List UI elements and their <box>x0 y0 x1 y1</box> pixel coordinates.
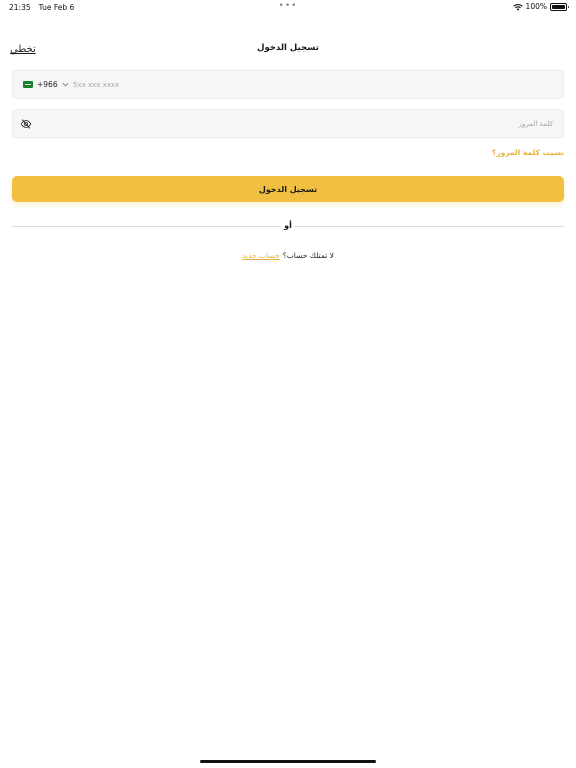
battery-icon <box>550 2 569 11</box>
status-time: 21:35 <box>9 3 31 12</box>
divider-or-label: أو <box>281 221 295 230</box>
status-left: 21:35 Tue Feb 6 <box>9 3 74 12</box>
dial-code: +966 <box>37 80 58 89</box>
wifi-icon <box>512 3 523 10</box>
signup-prompt: لا تمتلك حساب؟ <box>282 251 334 260</box>
status-date: Tue Feb 6 <box>38 3 75 12</box>
country-code-picker[interactable]: +966 <box>23 71 69 98</box>
page-title: تسجيل الدخول <box>257 43 319 53</box>
eye-slash-icon[interactable] <box>20 118 32 130</box>
login-button[interactable]: تسجيل الدخول <box>12 176 564 202</box>
skip-button[interactable]: تخطي <box>10 44 36 55</box>
phone-input[interactable] <box>71 71 553 98</box>
battery-percent: 100% <box>525 2 547 11</box>
chevron-down-icon <box>62 82 69 87</box>
saudi-flag-icon <box>23 81 33 88</box>
home-indicator[interactable] <box>200 760 376 763</box>
status-right: 100% <box>512 2 569 11</box>
phone-field: +966 <box>12 70 564 99</box>
signup-row: لا تمتلك حساب؟حساب جديد <box>0 251 576 260</box>
multitasking-dots[interactable]: ••• <box>279 1 298 11</box>
forgot-password-link[interactable]: نسيت كلمة المرور؟ <box>492 148 564 157</box>
create-account-link[interactable]: حساب جديد <box>242 251 280 260</box>
password-field <box>12 109 564 138</box>
password-input[interactable] <box>45 110 555 137</box>
status-bar: 21:35 Tue Feb 6 ••• 100% <box>0 0 576 14</box>
